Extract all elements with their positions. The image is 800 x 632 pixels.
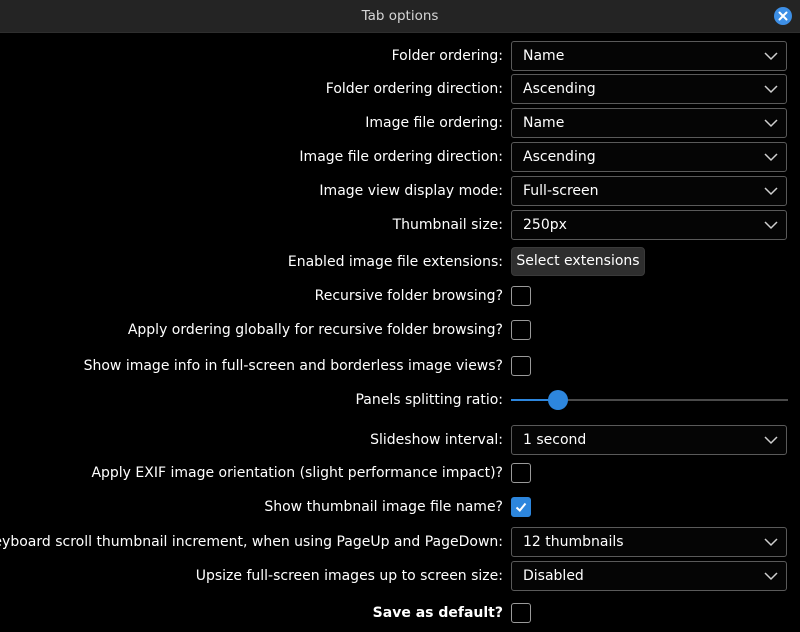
chevron-down-icon [764, 52, 778, 61]
image-ordering-value: Name [523, 115, 565, 131]
display-mode-value: Full-screen [523, 183, 599, 199]
display-mode-select[interactable]: Full-screen [511, 176, 787, 206]
row-display-mode: Image view display mode: Full-screen [0, 176, 800, 206]
row-scroll-increment: Keyboard scroll thumbnail increment, whe… [0, 527, 800, 557]
extensions-label: Enabled image file extensions: [287, 254, 503, 270]
row-image-ordering: Image file ordering: Name [0, 108, 800, 138]
folder-ordering-value: Name [523, 48, 565, 64]
split-ratio-slider[interactable] [511, 385, 788, 415]
image-direction-select[interactable]: Ascending [511, 142, 787, 172]
chevron-down-icon [764, 119, 778, 128]
recursive-label: Recursive folder browsing? [314, 288, 503, 304]
dialog-titlebar: Tab options [0, 0, 800, 33]
row-thumbnail-name: Show thumbnail image file name? [0, 492, 800, 522]
scroll-increment-label: Keyboard scroll thumbnail increment, whe… [0, 534, 503, 550]
row-folder-ordering: Folder ordering: Name [0, 41, 800, 71]
global-ordering-label: Apply ordering globally for recursive fo… [127, 322, 503, 338]
row-image-ordering-direction: Image file ordering direction: Ascending [0, 142, 800, 172]
show-info-checkbox[interactable] [511, 356, 531, 376]
chevron-down-icon [764, 436, 778, 445]
checkmark-icon [515, 502, 527, 512]
global-ordering-checkbox[interactable] [511, 320, 531, 340]
chevron-down-icon [764, 85, 778, 94]
scroll-increment-value: 12 thumbnails [523, 534, 624, 550]
upsize-value: Disabled [523, 568, 584, 584]
show-info-label: Show image info in full-screen and borde… [83, 358, 503, 374]
row-upsize: Upsize full-screen images up to screen s… [0, 561, 800, 591]
exif-checkbox[interactable] [511, 463, 531, 483]
thumbnail-size-label: Thumbnail size: [392, 217, 503, 233]
upsize-label: Upsize full-screen images up to screen s… [195, 568, 503, 584]
thumbnail-name-label: Show thumbnail image file name? [264, 499, 503, 515]
image-ordering-select[interactable]: Name [511, 108, 787, 138]
folder-direction-select[interactable]: Ascending [511, 74, 787, 104]
thumbnail-size-select[interactable]: 250px [511, 210, 787, 240]
select-extensions-button[interactable]: Select extensions [511, 247, 645, 276]
row-split-ratio: Panels splitting ratio: [0, 385, 800, 415]
chevron-down-icon [764, 572, 778, 581]
image-direction-value: Ascending [523, 149, 596, 165]
chevron-down-icon [764, 153, 778, 162]
image-direction-label: Image file ordering direction: [299, 149, 503, 165]
row-slideshow: Slideshow interval: 1 second [0, 425, 800, 455]
row-extensions: Enabled image file extensions: Select ex… [0, 247, 800, 277]
row-exif: Apply EXIF image orientation (slight per… [0, 458, 800, 488]
image-ordering-label: Image file ordering: [365, 115, 503, 131]
folder-direction-value: Ascending [523, 81, 596, 97]
row-global-ordering: Apply ordering globally for recursive fo… [0, 315, 800, 345]
thumbnail-size-value: 250px [523, 217, 567, 233]
row-save-default: Save as default? [0, 598, 800, 628]
row-folder-ordering-direction: Folder ordering direction: Ascending [0, 74, 800, 104]
save-default-label: Save as default? [372, 605, 503, 621]
slideshow-label: Slideshow interval: [370, 432, 503, 448]
save-default-checkbox[interactable] [511, 603, 531, 623]
row-thumbnail-size: Thumbnail size: 250px [0, 210, 800, 240]
split-ratio-label: Panels splitting ratio: [355, 392, 503, 408]
slider-handle[interactable] [548, 390, 568, 410]
row-show-info: Show image info in full-screen and borde… [0, 351, 800, 381]
chevron-down-icon [764, 538, 778, 547]
chevron-down-icon [764, 221, 778, 230]
close-icon [778, 11, 788, 21]
display-mode-label: Image view display mode: [319, 183, 503, 199]
upsize-select[interactable]: Disabled [511, 561, 787, 591]
row-recursive: Recursive folder browsing? [0, 281, 800, 311]
slideshow-select[interactable]: 1 second [511, 425, 787, 455]
folder-direction-label: Folder ordering direction: [325, 81, 503, 97]
thumbnail-name-checkbox[interactable] [511, 497, 531, 517]
slideshow-value: 1 second [523, 432, 587, 448]
close-button[interactable] [774, 7, 792, 25]
chevron-down-icon [764, 187, 778, 196]
folder-ordering-select[interactable]: Name [511, 41, 787, 71]
recursive-checkbox[interactable] [511, 286, 531, 306]
scroll-increment-select[interactable]: 12 thumbnails [511, 527, 787, 557]
dialog-title: Tab options [361, 8, 439, 24]
exif-label: Apply EXIF image orientation (slight per… [91, 465, 503, 481]
folder-ordering-label: Folder ordering: [391, 48, 503, 64]
